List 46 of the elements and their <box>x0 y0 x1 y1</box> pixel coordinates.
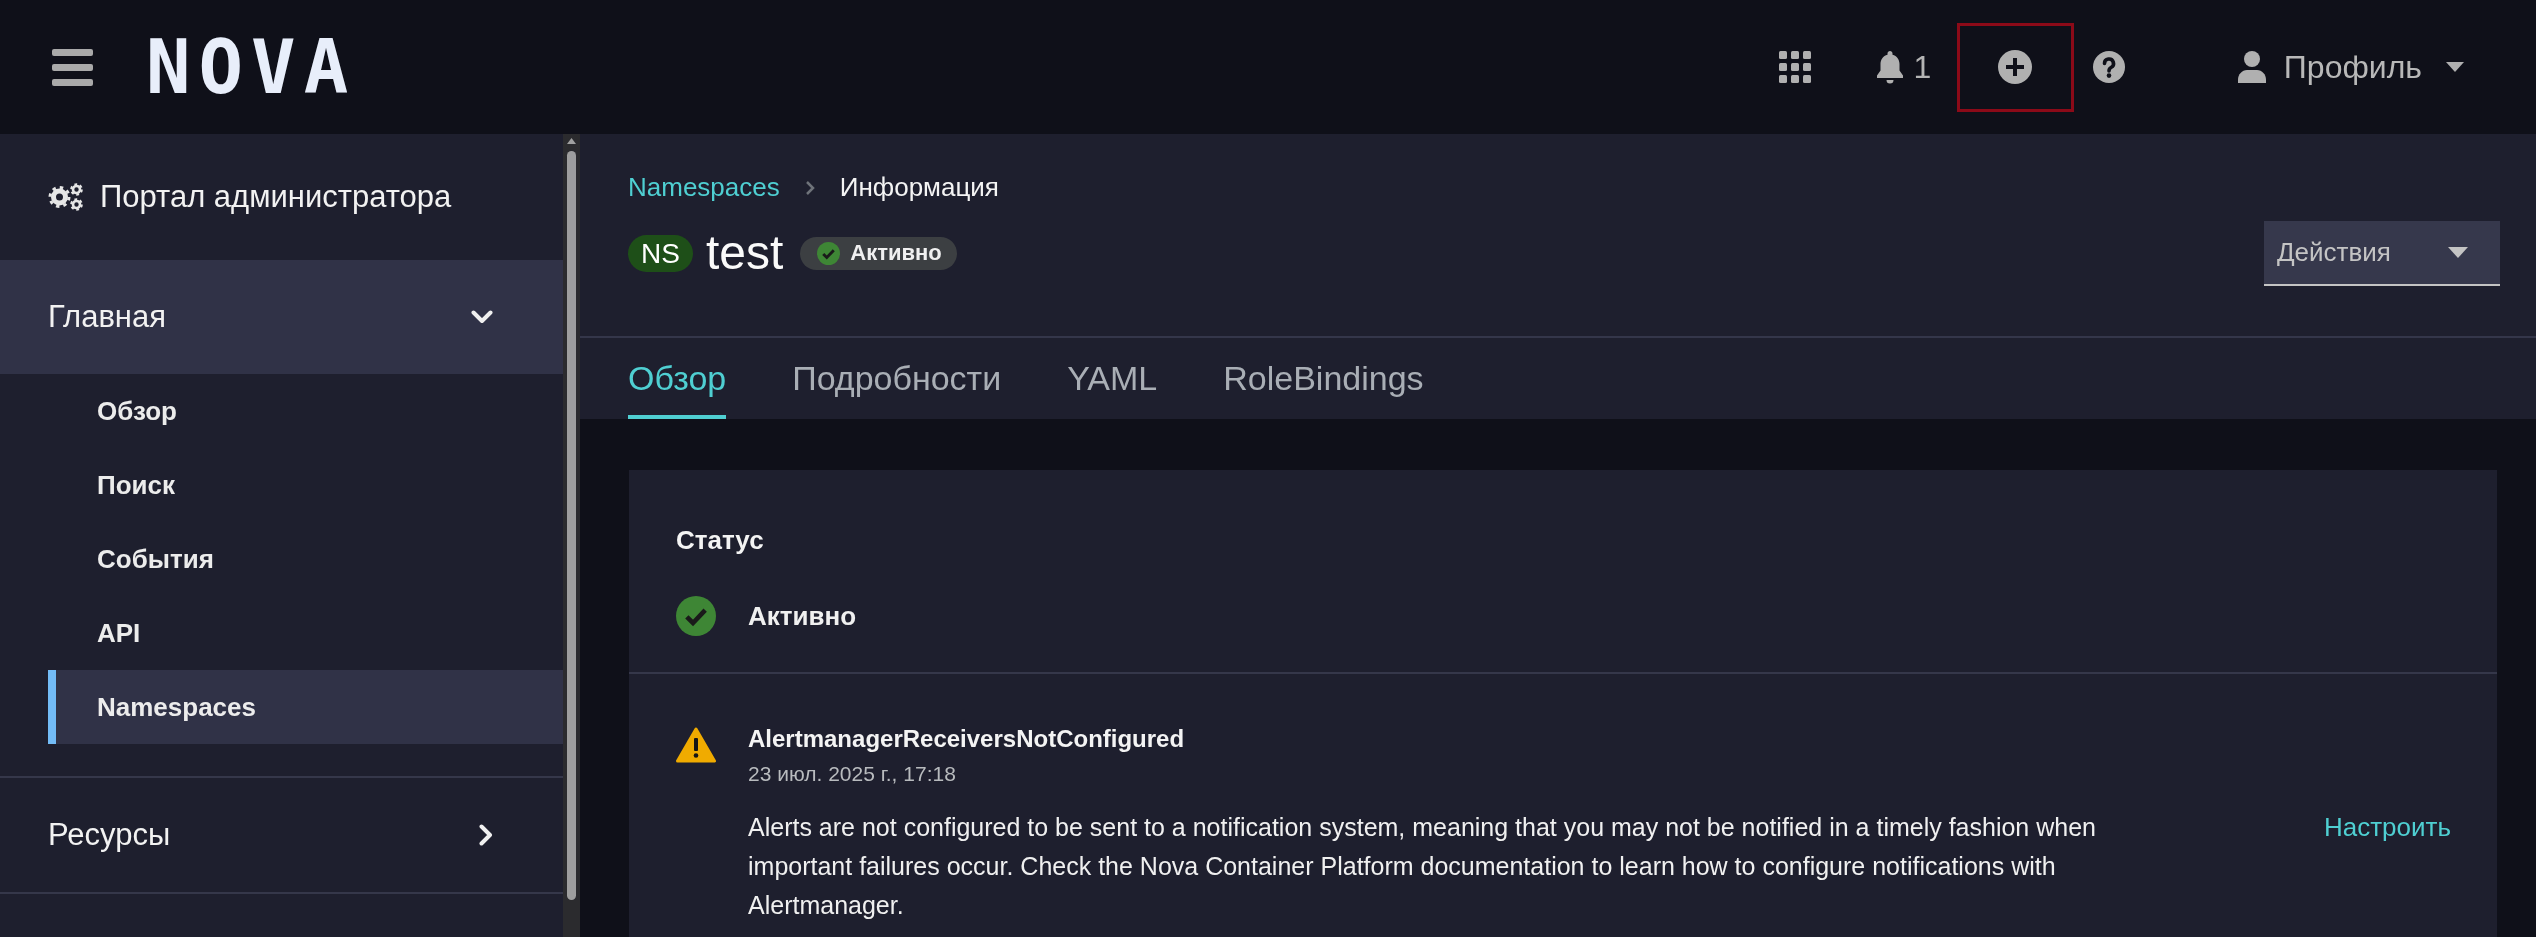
user-icon <box>2237 51 2266 83</box>
caret-down-icon <box>2446 62 2464 72</box>
tab[interactable]: RoleBindings <box>1223 338 1424 419</box>
nav-item[interactable]: События <box>48 522 563 596</box>
warning-icon <box>676 727 716 763</box>
add-button[interactable] <box>1956 22 2074 112</box>
status-text: Активно <box>748 600 857 632</box>
caret-down-icon <box>2448 247 2468 258</box>
chevron-down-icon <box>471 310 493 324</box>
namespace-name: test <box>705 227 784 280</box>
breadcrumb-link[interactable]: Namespaces <box>628 172 780 203</box>
tab[interactable]: Обзор <box>628 338 727 419</box>
notifications-button[interactable]: 1 <box>1855 22 1951 112</box>
tab[interactable]: YAML <box>1067 338 1158 419</box>
logo[interactable]: NOVA <box>146 30 357 104</box>
profile-menu[interactable]: Профиль <box>2237 48 2464 86</box>
configure-link[interactable]: Настроить <box>2323 808 2451 847</box>
actions-dropdown[interactable]: Действия <box>2264 221 2500 286</box>
nav-item[interactable]: Обзор <box>48 374 563 448</box>
nav-section[interactable]: Ресурсы <box>0 778 563 892</box>
scrollbar[interactable] <box>563 134 580 937</box>
breadcrumb-separator-icon <box>804 179 815 196</box>
resource-badge: NS <box>628 235 693 272</box>
alert-message: Alerts are not configured to be sent to a notification system, meaning that you may not be notified in a timely fashion when important failures occur. Check the Nova Container Platform documentation to learn how to configure notifications with Alertmanager. <box>748 812 2097 921</box>
card-title: Статус <box>676 524 765 556</box>
breadcrumb-current: Информация <box>839 172 999 203</box>
nav-item[interactable]: API <box>48 596 563 670</box>
tab[interactable]: Подробности <box>792 338 1002 419</box>
alert-timestamp: 23 июл. 2025 г., 17:18 <box>748 761 957 787</box>
scroll-up-icon[interactable] <box>567 138 576 144</box>
apps-grid-icon <box>1778 51 1811 83</box>
nav-section[interactable]: Главная <box>0 260 563 374</box>
status-label: Активно <box>850 240 942 267</box>
check-circle-icon <box>817 242 841 265</box>
scrollbar-thumb[interactable] <box>567 151 576 900</box>
menu-icon[interactable] <box>52 48 93 86</box>
perspective-switcher[interactable]: Портал администратора <box>48 179 452 215</box>
nav-item[interactable]: Namespaces <box>48 670 563 744</box>
plus-circle-icon <box>1998 50 2033 84</box>
bell-icon <box>1875 50 1906 84</box>
chevron-right-icon <box>479 824 493 846</box>
alert-title: AlertmanagerReceiversNotConfigured <box>748 724 1186 754</box>
gears-icon <box>48 183 83 211</box>
help-icon <box>2092 51 2125 83</box>
nav-item[interactable]: Поиск <box>48 448 563 522</box>
check-circle-icon <box>676 596 716 636</box>
